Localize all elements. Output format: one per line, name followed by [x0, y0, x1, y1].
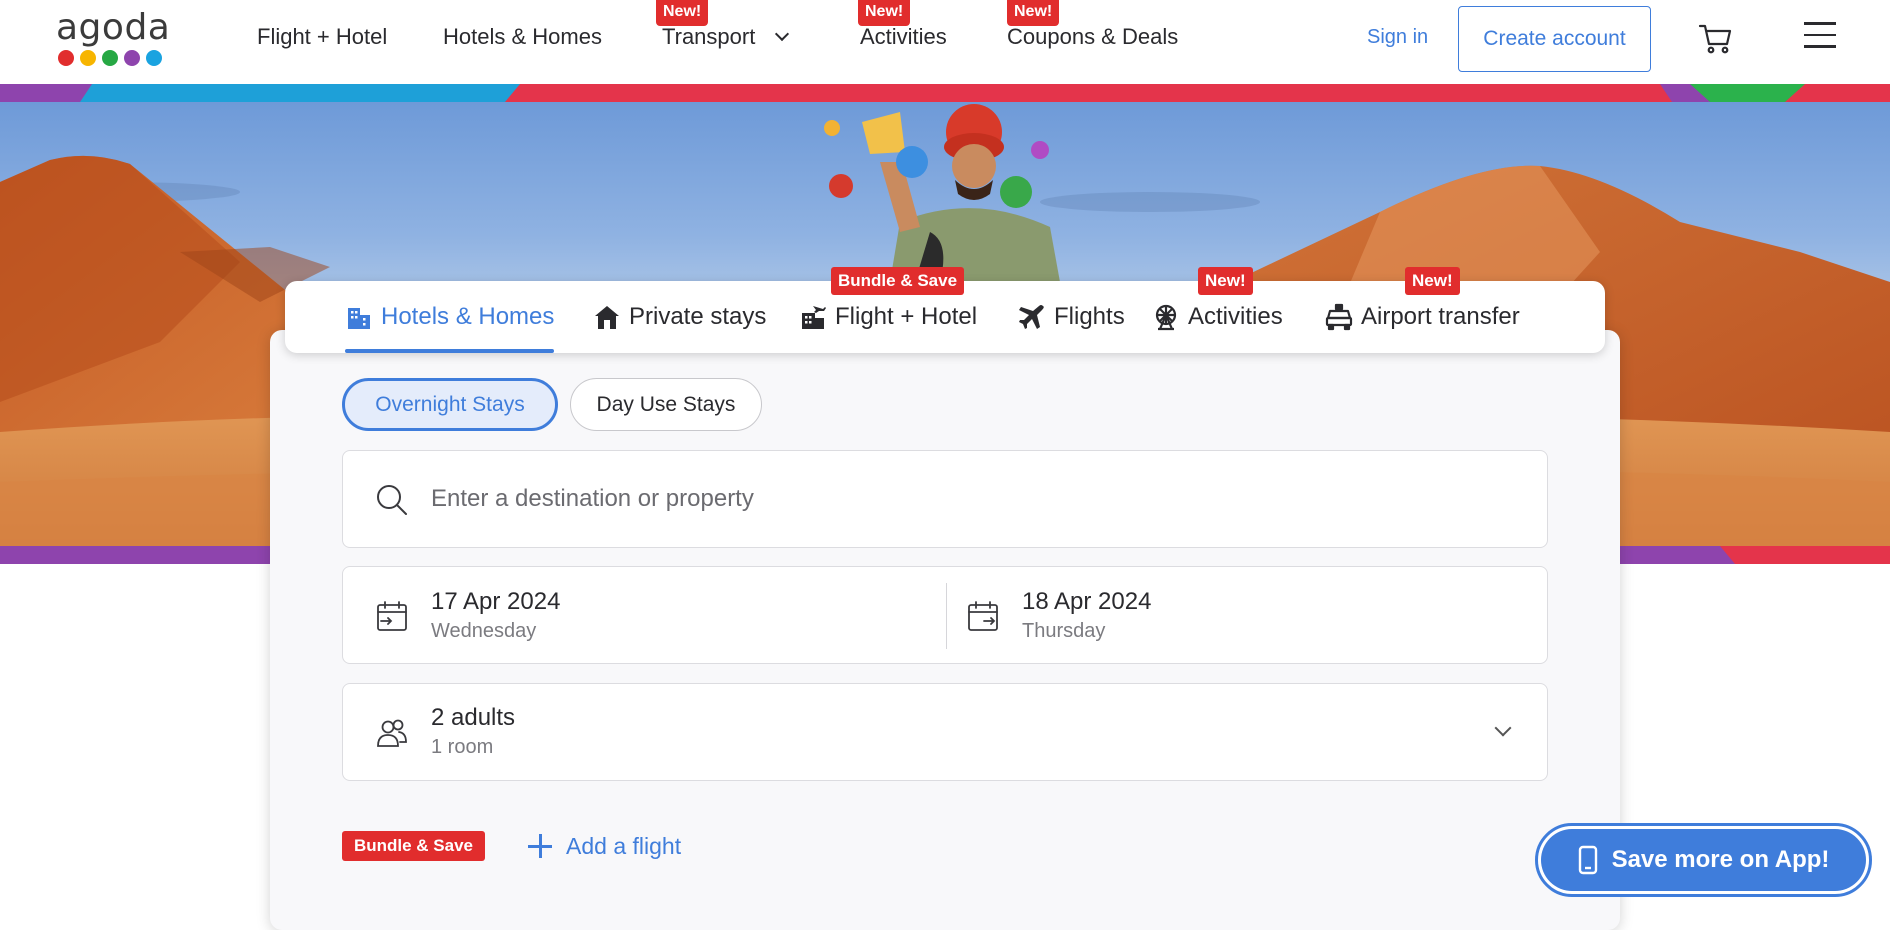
ferris-wheel-icon: [1155, 304, 1177, 331]
hotel-building-icon: [348, 308, 370, 329]
nav-activities-label: Activities: [860, 24, 947, 49]
plus-icon: [528, 834, 552, 858]
day-use-stays-toggle[interactable]: Day Use Stays: [570, 378, 762, 431]
calendar-checkout-icon: [968, 601, 998, 631]
flight-hotel-icon: [802, 306, 826, 329]
tab-label: Flight + Hotel: [835, 303, 978, 330]
app-promo-label: Save more on App!: [1611, 846, 1830, 873]
airplane-icon: [1019, 305, 1044, 329]
mobile-phone-icon: [1578, 845, 1597, 875]
bundle-save-badge: Bundle & Save: [831, 267, 965, 295]
guests-summary: 2 adults: [431, 704, 516, 731]
tab-label: Activities: [1188, 303, 1283, 330]
logo-text: agoda: [56, 7, 171, 48]
house-icon: [595, 306, 619, 329]
search-icon: [377, 485, 407, 515]
check-out-date-value: 18 Apr 2024: [1022, 588, 1152, 615]
guests-rooms-selector[interactable]: 2 adults 1 room: [342, 683, 1548, 781]
chevron-down-icon: [1494, 719, 1512, 737]
nav-coupons-deals[interactable]: Coupons & Deals: [1007, 24, 1178, 50]
nav-transport[interactable]: Transport: [662, 24, 790, 50]
decorative-top-stripe: [0, 84, 1890, 102]
dates-field: 17 Apr 2024 Wednesday 18 Apr 2024 Thursd…: [342, 566, 1548, 664]
top-navigation: agoda Flight + Hotel Hotels & Homes New!…: [0, 0, 1890, 84]
product-tabs: Hotels & Homes Private stays Bundle & Sa…: [285, 267, 1605, 353]
cart-icon[interactable]: [1698, 22, 1734, 56]
create-account-button[interactable]: Create account: [1458, 6, 1651, 72]
overnight-stays-toggle[interactable]: Overnight Stays: [342, 378, 558, 431]
nav-flight-hotel-label: Flight + Hotel: [257, 24, 388, 49]
tab-flights[interactable]: Flights: [1018, 281, 1125, 353]
car-icon: [1325, 303, 1353, 331]
nav-activities[interactable]: Activities: [860, 24, 947, 50]
people-icon: [377, 719, 407, 747]
new-badge: New!: [1198, 267, 1253, 295]
logo-dots: [58, 50, 168, 66]
nav-transport-label: Transport: [662, 24, 756, 49]
tab-label: Flights: [1054, 303, 1125, 330]
tab-hotels-homes[interactable]: Hotels & Homes: [345, 281, 555, 353]
nav-hotels-homes-label: Hotels & Homes: [443, 24, 602, 49]
nav-flight-hotel[interactable]: Flight + Hotel: [257, 24, 387, 50]
add-flight-label: Add a flight: [566, 832, 682, 859]
check-in-date-value: 17 Apr 2024: [431, 588, 561, 615]
save-more-on-app-button[interactable]: Save more on App!: [1535, 823, 1872, 897]
agoda-logo[interactable]: agoda: [56, 7, 171, 68]
calendar-checkin-icon: [377, 601, 407, 631]
nav-coupons-deals-label: Coupons & Deals: [1007, 24, 1179, 49]
chevron-down-icon: [775, 26, 790, 42]
new-badge: New!: [1405, 267, 1460, 295]
rooms-summary: 1 room: [431, 736, 494, 758]
hamburger-menu-icon[interactable]: [1804, 22, 1836, 50]
tab-label: Hotels & Homes: [381, 303, 555, 330]
add-flight-button[interactable]: Add a flight: [528, 827, 681, 865]
new-badge: New!: [1007, 0, 1060, 26]
check-out-day: Thursday: [1022, 620, 1106, 642]
nav-hotels-homes[interactable]: Hotels & Homes: [443, 24, 602, 50]
destination-search-field[interactable]: [342, 450, 1548, 548]
new-badge: New!: [858, 0, 911, 26]
tab-private-stays[interactable]: Private stays: [593, 281, 766, 353]
check-in-day: Wednesday: [431, 620, 537, 642]
date-divider: [946, 583, 947, 649]
bundle-save-badge: Bundle & Save: [342, 831, 485, 861]
tab-label: Private stays: [629, 303, 767, 330]
sign-in-link[interactable]: Sign in: [1367, 26, 1428, 49]
new-badge: New!: [656, 0, 709, 26]
tab-label: Airport transfer: [1361, 303, 1520, 330]
destination-search-input[interactable]: [431, 475, 1511, 523]
mascot-character: [824, 104, 1060, 282]
